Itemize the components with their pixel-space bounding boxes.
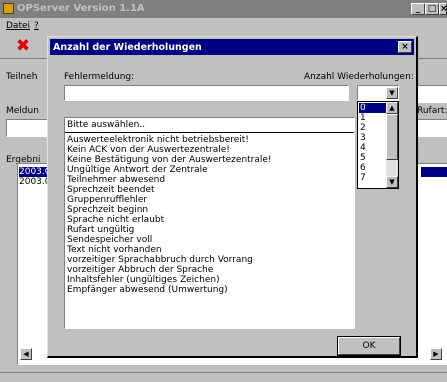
teilnehmer-label: Teilneh	[6, 72, 38, 82]
anzahl-label: Anzahl Wiederholungen:	[304, 72, 414, 82]
error-list-item[interactable]: Sendespeicher voll	[67, 235, 272, 245]
menu-datei[interactable]: Datei	[6, 21, 30, 31]
results-selection-band-right	[421, 167, 447, 177]
error-list-item[interactable]: Kein ACK von der Auswertezentrale!	[67, 145, 272, 155]
fehlermeldung-input[interactable]	[64, 85, 349, 101]
error-list-item[interactable]: Rufart ungültig	[67, 225, 272, 235]
count-option[interactable]: 2	[359, 123, 386, 133]
error-list-item[interactable]: Auswerteelektronik nicht betriebsbereit!	[67, 135, 272, 145]
list-items: Auswerteelektronik nicht betriebsbereit!…	[67, 135, 272, 295]
count-option[interactable]: 3	[359, 133, 386, 143]
error-list-item[interactable]: vorzeitiger Sprachabbruch durch Vorrang	[67, 255, 272, 265]
menu-bar: Datei ?	[0, 18, 447, 34]
dialog-title: Anzahl der Wiederholungen	[53, 42, 202, 53]
error-message-list[interactable]: Bitte auswählen.. Auswerteelektronik nic…	[64, 117, 355, 329]
error-list-item[interactable]: Sprechzeit beginn	[67, 205, 272, 215]
error-list-item[interactable]: Inhaltsfehler (ungültiges Zeichen)	[67, 275, 272, 285]
count-scroll-thumb[interactable]	[386, 114, 398, 160]
dropdown-arrow-icon[interactable]: ▼	[386, 87, 398, 99]
ok-button-label: OK	[362, 341, 376, 351]
maximize-icon[interactable]: □	[425, 3, 439, 15]
count-option[interactable]: 4	[359, 143, 386, 153]
count-option[interactable]: 5	[359, 153, 386, 163]
close-icon[interactable]: ×	[439, 3, 447, 15]
ok-button[interactable]: OK	[337, 336, 401, 356]
count-dropdown-list[interactable]: 01234567 ▲ ▼	[357, 101, 399, 189]
list-items-container: Auswerteelektronik nicht betriebsbereit!…	[65, 132, 354, 327]
error-list-item[interactable]: vorzeitiger Abbruch der Sprache	[67, 265, 272, 275]
app-icon	[3, 3, 14, 14]
rufart-field[interactable]	[417, 119, 447, 137]
main-window-title: OPServer Version 1.1A	[17, 3, 145, 14]
rufart-label: Rufart:	[417, 106, 447, 116]
count-options: 01234567	[359, 103, 386, 183]
error-list-item[interactable]: Teilnehmer abwesend	[67, 175, 272, 185]
scroll-up-icon[interactable]: ▲	[386, 102, 398, 114]
scroll-right-icon[interactable]: ▶	[430, 348, 442, 360]
error-list-item[interactable]: Ungültige Antwort der Zentrale	[67, 165, 272, 175]
repeat-dialog: Anzahl der Wiederholungen × Fehlermeldun…	[47, 36, 418, 358]
menu-help[interactable]: ?	[34, 21, 39, 31]
delete-x-icon[interactable]: ✖	[14, 37, 32, 55]
scroll-down-icon[interactable]: ▼	[386, 176, 398, 188]
minimize-icon[interactable]: _	[411, 3, 425, 15]
meldung-label: Meldun	[6, 106, 39, 116]
error-list-item[interactable]: Gruppenrufflehler	[67, 195, 272, 205]
count-option[interactable]: 6	[359, 163, 386, 173]
dialog-title-bar[interactable]: Anzahl der Wiederholungen ×	[50, 39, 414, 55]
error-list-item[interactable]: Sprache nicht erlaubt	[67, 215, 272, 225]
error-list-item[interactable]: Sprechzeit beendet	[67, 185, 272, 195]
list-header[interactable]: Bitte auswählen..	[67, 120, 145, 130]
count-option[interactable]: 7	[359, 173, 386, 183]
scroll-left-icon[interactable]: ◀	[20, 348, 32, 360]
error-list-item[interactable]: Empfänger abwesend (Umwertung)	[67, 285, 272, 295]
anzahl-combo[interactable]: ▼	[357, 85, 399, 101]
error-list-item[interactable]: Keine Bestätigung von der Auswertezentra…	[67, 155, 272, 165]
count-scrollbar[interactable]: ▲ ▼	[386, 102, 398, 188]
dialog-close-icon[interactable]: ×	[398, 41, 412, 53]
count-option[interactable]: 1	[359, 113, 386, 123]
error-list-item[interactable]: Text nicht vorhanden	[67, 245, 272, 255]
main-title-bar[interactable]: OPServer Version 1.1A _ □ ×	[0, 0, 447, 18]
teilnehmer-field-right[interactable]	[417, 85, 447, 103]
fehlermeldung-label: Fehlermeldung:	[64, 72, 135, 82]
count-option[interactable]: 0	[359, 103, 386, 113]
